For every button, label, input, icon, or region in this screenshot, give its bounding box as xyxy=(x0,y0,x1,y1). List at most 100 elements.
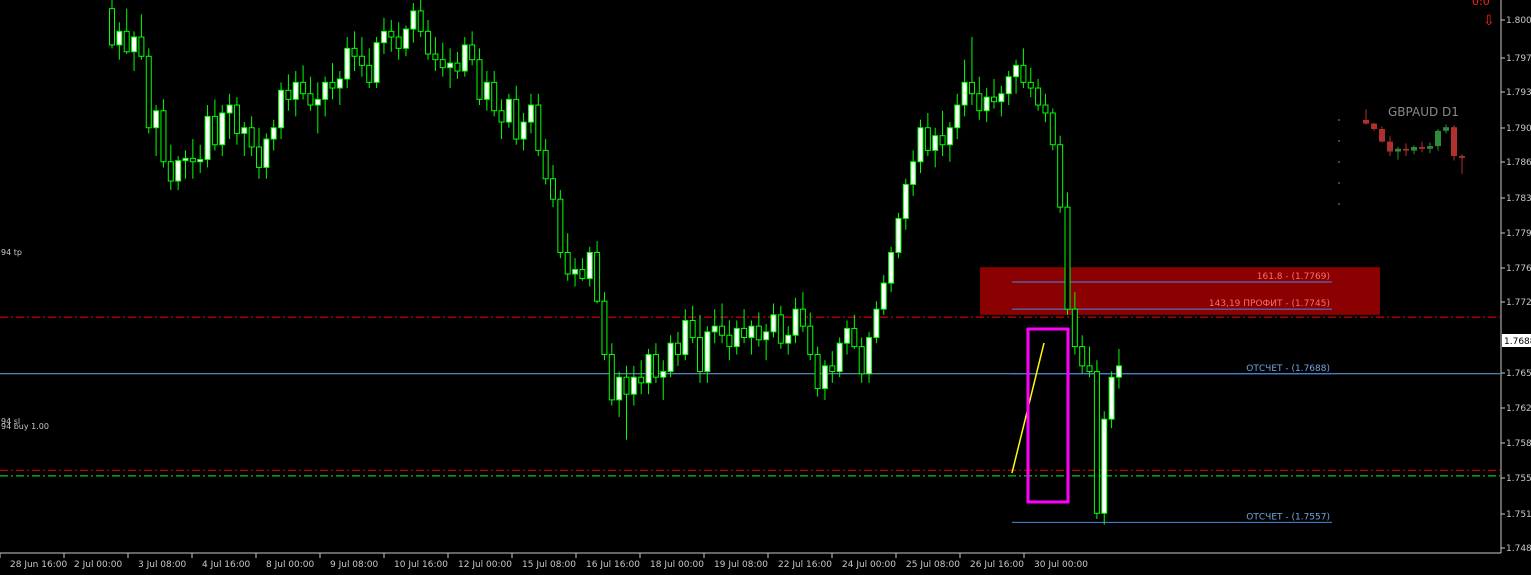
candle-body xyxy=(910,161,917,185)
side-candle-body xyxy=(1443,127,1449,131)
side-candle-body xyxy=(1451,127,1457,156)
profit-level-label: 143,19 ПРОФИТ - (1.7745) xyxy=(1209,299,1330,309)
time-tick-label: 9 Jul 08:00 xyxy=(330,560,379,570)
candle-body xyxy=(116,30,123,46)
candle-body xyxy=(469,44,476,61)
candle[interactable] xyxy=(836,337,843,378)
side-candle-body xyxy=(1419,147,1425,149)
price-tick-label: 1.8000 xyxy=(1506,16,1531,26)
candle-body xyxy=(219,112,226,146)
candle-body xyxy=(704,331,711,373)
time-tick-label: 16 Jul 16:00 xyxy=(586,560,640,570)
candle-body xyxy=(755,325,762,341)
time-tick-label: 4 Jul 16:00 xyxy=(202,560,251,570)
candle-body xyxy=(917,127,924,163)
candle-body xyxy=(954,104,961,129)
price-tick-label: 1.7860 xyxy=(1506,158,1531,168)
candle-body xyxy=(145,55,152,129)
candle-body xyxy=(498,110,505,123)
time-tick-label: 10 Jul 16:00 xyxy=(394,560,448,570)
candle-body xyxy=(932,135,939,151)
candle-body xyxy=(417,10,424,32)
candle-body xyxy=(1020,64,1027,83)
candle-body xyxy=(1108,376,1115,420)
candle-body xyxy=(1057,144,1064,208)
candle[interactable] xyxy=(601,292,608,361)
candle[interactable] xyxy=(1049,108,1056,151)
candle-body xyxy=(513,98,520,140)
candle[interactable] xyxy=(1057,135,1064,213)
candle-body xyxy=(645,354,652,384)
candle-body xyxy=(991,96,997,103)
candle[interactable] xyxy=(1064,192,1071,315)
candle-body xyxy=(175,160,182,182)
candle-body xyxy=(1005,76,1012,95)
candle-body xyxy=(270,127,277,140)
candle-body xyxy=(241,127,248,134)
candle-body xyxy=(674,342,681,356)
candle-body xyxy=(873,308,880,339)
candle-body xyxy=(300,81,307,95)
candle-body xyxy=(329,81,336,89)
candle-body xyxy=(1101,418,1108,514)
time-tick-label: 22 Jul 16:00 xyxy=(778,560,832,570)
down-arrow-icon[interactable]: ⇩ xyxy=(1483,13,1495,29)
candle-body xyxy=(844,327,850,344)
candle-body xyxy=(461,44,468,72)
candle-body xyxy=(1064,206,1071,310)
candle-body xyxy=(123,30,130,53)
candle-body xyxy=(1035,87,1042,106)
side-candle-body xyxy=(1371,123,1377,129)
side-candle-body xyxy=(1459,156,1465,158)
candle-body xyxy=(741,327,748,339)
candle-body xyxy=(1049,112,1056,146)
candle[interactable] xyxy=(814,346,821,397)
candle-body xyxy=(447,62,454,69)
candle[interactable] xyxy=(557,190,564,259)
price-tick-label: 1.7550 xyxy=(1506,474,1531,484)
candle-body xyxy=(248,127,255,148)
price-tick-label: 1.7760 xyxy=(1506,264,1531,274)
candle-body xyxy=(1013,64,1020,78)
price-tick-label: 1.7510 xyxy=(1506,510,1531,520)
reference-high-label: ОТСЧЕТ - (1.7688) xyxy=(1246,364,1330,374)
candle-body xyxy=(109,8,115,46)
price-tick-label: 1.7620 xyxy=(1506,404,1531,414)
price-tick-label: 1.7790 xyxy=(1506,229,1531,239)
candle-body xyxy=(660,371,667,378)
candle[interactable] xyxy=(1101,411,1108,525)
candle-body xyxy=(821,365,828,390)
candle-body xyxy=(211,115,218,146)
candle-body xyxy=(278,89,285,129)
chart-canvas[interactable]: 161.8 - (1.7769) 143,19 ПРОФИТ - (1.7745)… xyxy=(0,0,1531,575)
candle-body xyxy=(160,110,167,163)
candle-body xyxy=(719,325,726,336)
candle-body xyxy=(410,10,417,30)
candle-body xyxy=(792,308,799,336)
candle[interactable] xyxy=(895,212,902,259)
time-tick-label: 25 Jul 08:00 xyxy=(906,560,960,570)
candle-body xyxy=(292,81,299,100)
candle-body xyxy=(601,300,608,356)
candle-body xyxy=(520,121,527,140)
candle[interactable] xyxy=(1093,360,1100,519)
candle[interactable] xyxy=(145,48,152,134)
candle-body xyxy=(689,320,696,339)
candle-body xyxy=(483,81,490,100)
candle-body xyxy=(1042,104,1049,114)
candle-body xyxy=(638,376,645,384)
candle-body xyxy=(189,157,196,163)
candle-body xyxy=(616,376,623,401)
candle-body xyxy=(138,36,145,57)
candle-body xyxy=(770,314,777,333)
candle-body xyxy=(976,93,983,112)
candle-body xyxy=(131,36,138,53)
candle[interactable] xyxy=(373,37,380,89)
time-tick-label: 18 Jul 00:00 xyxy=(650,560,704,570)
time-tick-label: 19 Jul 08:00 xyxy=(714,560,768,570)
candle-body xyxy=(608,354,615,401)
candle-body xyxy=(425,30,432,55)
price-tick-label: 1.7650 xyxy=(1506,369,1531,379)
candle-body xyxy=(314,98,321,106)
price-tick-label: 1.7830 xyxy=(1506,194,1531,204)
